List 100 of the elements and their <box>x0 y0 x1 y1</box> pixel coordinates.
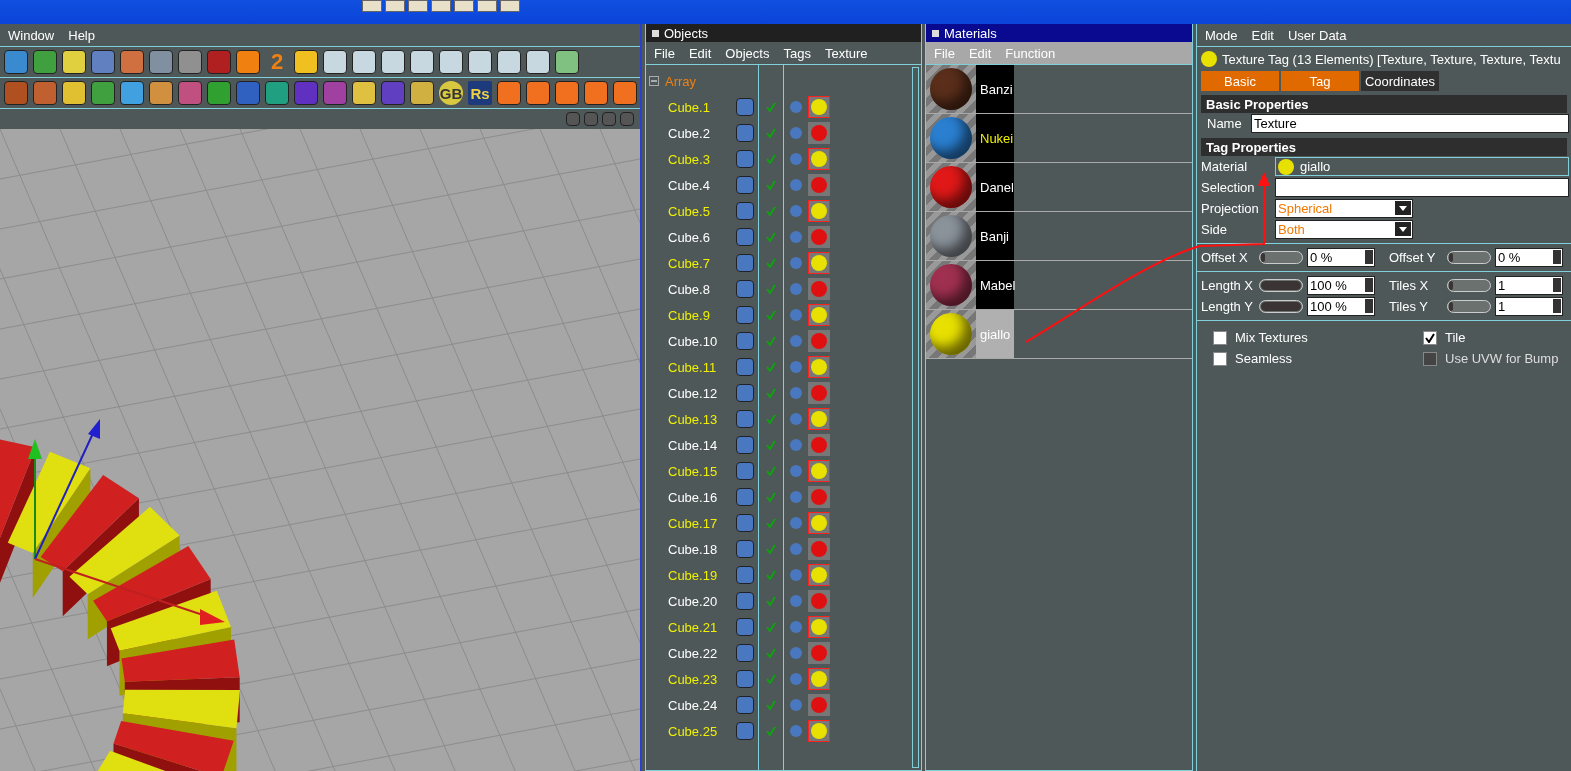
checkmark-icon[interactable] <box>766 492 776 502</box>
checkmark-icon[interactable] <box>766 362 776 372</box>
toolbar-icon[interactable] <box>410 50 434 74</box>
square-logo-button[interactable]: Rs <box>468 81 492 105</box>
checkmark-icon[interactable] <box>766 336 776 346</box>
checkmark-icon[interactable] <box>766 414 776 424</box>
checkmark-icon[interactable] <box>766 544 776 554</box>
menu-item[interactable]: File <box>654 45 675 61</box>
toolbar-icon[interactable] <box>33 50 57 74</box>
toolbar-icon[interactable] <box>323 50 347 74</box>
checkmark-icon[interactable] <box>766 700 776 710</box>
number-field[interactable]: 1 <box>1495 276 1563 295</box>
object-name[interactable]: Cube.18 <box>668 541 718 557</box>
object-name[interactable]: Cube.23 <box>668 671 718 687</box>
checkmark-icon[interactable] <box>766 258 776 268</box>
number-field[interactable]: 100 % <box>1307 297 1375 316</box>
menu-item[interactable]: Texture <box>824 45 868 61</box>
number-field[interactable]: 100 % <box>1307 276 1375 295</box>
object-name[interactable]: Cube.7 <box>668 255 710 271</box>
name-field[interactable]: Texture <box>1251 114 1569 133</box>
object-name[interactable]: Cube.20 <box>668 593 718 609</box>
taskbar-icon[interactable] <box>500 0 520 12</box>
material-name[interactable]: Banji <box>976 212 1014 260</box>
menu-item[interactable]: Window <box>8 27 55 43</box>
toolbar-icon[interactable] <box>91 81 115 105</box>
taskbar-icon[interactable] <box>431 0 451 12</box>
menu-item[interactable]: User Data <box>1287 27 1347 43</box>
checkmark-icon[interactable] <box>766 284 776 294</box>
view-nav-icon[interactable] <box>602 112 616 126</box>
checkmark-icon[interactable] <box>766 440 776 450</box>
view-nav-icon[interactable] <box>620 112 634 126</box>
menu-item[interactable]: Mode <box>1205 27 1238 43</box>
toolbar-icon[interactable] <box>439 50 463 74</box>
checkmark-icon[interactable] <box>766 518 776 528</box>
material-name[interactable]: Nukei <box>976 114 1014 162</box>
menu-item[interactable]: Objects <box>725 45 770 61</box>
menu-item[interactable]: Tags <box>783 45 811 61</box>
menu-item[interactable]: Help <box>68 27 95 43</box>
checkmark-icon[interactable] <box>766 622 776 632</box>
object-name[interactable]: Cube.16 <box>668 489 718 505</box>
toolbar-icon[interactable] <box>468 50 492 74</box>
toolbar-icon[interactable] <box>149 50 173 74</box>
toolbar-icon[interactable] <box>62 81 86 105</box>
toolbar-icon[interactable] <box>120 81 144 105</box>
checkmark-icon[interactable] <box>766 466 776 476</box>
object-name[interactable]: Cube.15 <box>668 463 718 479</box>
object-name[interactable]: Cube.2 <box>668 125 710 141</box>
toolbar-icon[interactable] <box>555 50 579 74</box>
collapse-icon[interactable] <box>649 76 659 86</box>
taskbar-icon[interactable] <box>385 0 405 12</box>
object-name[interactable]: Cube.3 <box>668 151 710 167</box>
toolbar-icon[interactable] <box>294 50 318 74</box>
material-name[interactable]: Danel <box>976 163 1014 211</box>
number-field[interactable]: 0 % <box>1495 248 1563 267</box>
object-name[interactable]: Cube.5 <box>668 203 710 219</box>
checkmark-icon[interactable] <box>766 674 776 684</box>
checkmark-icon[interactable] <box>766 180 776 190</box>
checkmark-icon[interactable] <box>766 388 776 398</box>
taskbar-icon[interactable] <box>362 0 382 12</box>
checkmark-icon[interactable] <box>766 154 776 164</box>
toolbar-icon[interactable] <box>149 81 173 105</box>
checkmark-icon[interactable] <box>766 726 776 736</box>
slider-track[interactable] <box>1447 251 1491 264</box>
object-name[interactable]: Cube.8 <box>668 281 710 297</box>
slider-track[interactable] <box>1447 300 1491 313</box>
view-nav-icon[interactable] <box>566 112 580 126</box>
object-name[interactable]: Cube.21 <box>668 619 718 635</box>
round-logo-button[interactable]: GB <box>439 81 463 105</box>
menu-item[interactable]: Edit <box>688 45 712 61</box>
material-link-field[interactable]: giallo <box>1275 157 1569 176</box>
checkbox[interactable] <box>1423 330 1437 345</box>
toolbar-icon[interactable] <box>526 81 550 105</box>
toolbar-icon[interactable] <box>207 81 231 105</box>
scrollbar[interactable] <box>912 67 919 768</box>
toolbar-icon[interactable] <box>62 50 86 74</box>
checkmark-icon[interactable] <box>766 232 776 242</box>
object-name[interactable]: Cube.13 <box>668 411 718 427</box>
object-name[interactable]: Cube.14 <box>668 437 718 453</box>
toolbar-icon[interactable] <box>120 50 144 74</box>
toolbar-icon[interactable] <box>178 50 202 74</box>
checkmark-icon[interactable] <box>766 102 776 112</box>
checkbox[interactable] <box>1213 351 1227 366</box>
object-name[interactable]: Cube.22 <box>668 645 718 661</box>
toolbar-icon[interactable] <box>497 50 521 74</box>
object-name[interactable]: Cube.25 <box>668 723 718 739</box>
checkmark-icon[interactable] <box>766 206 776 216</box>
object-name[interactable]: Cube.9 <box>668 307 710 323</box>
toolbar-icon[interactable] <box>555 81 579 105</box>
toolbar-icon[interactable] <box>526 50 550 74</box>
checkmark-icon[interactable] <box>766 310 776 320</box>
checkmark-icon[interactable] <box>766 128 776 138</box>
toolbar-icon[interactable] <box>236 50 260 74</box>
object-name[interactable]: Cube.24 <box>668 697 718 713</box>
checkmark-icon[interactable] <box>766 570 776 580</box>
selection-field[interactable] <box>1275 178 1569 197</box>
checkmark-icon[interactable] <box>766 596 776 606</box>
checkmark-icon[interactable] <box>766 648 776 658</box>
taskbar-icon[interactable] <box>477 0 497 12</box>
taskbar-icon[interactable] <box>408 0 428 12</box>
menu-item[interactable]: Edit <box>1251 27 1274 43</box>
